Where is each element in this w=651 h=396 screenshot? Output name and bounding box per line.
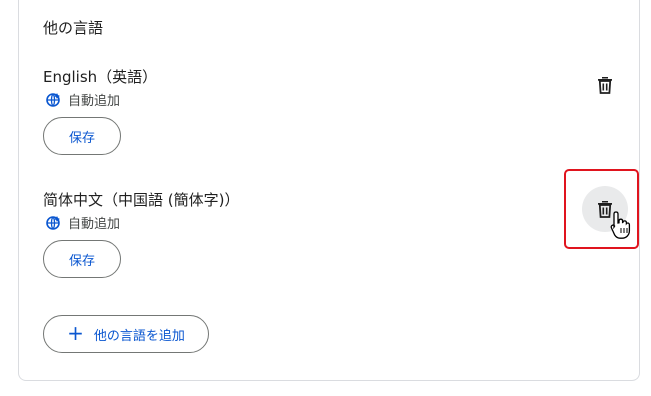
auto-added-row: 自動追加	[46, 213, 120, 232]
language-name-chinese-simplified: 简体中文（中国語 (簡体字)）	[43, 191, 240, 209]
translate-globe-icon	[46, 92, 60, 107]
auto-added-row: 自動追加	[46, 90, 120, 109]
translate-globe-icon	[46, 215, 60, 230]
language-name-english: English（英語）	[43, 68, 158, 86]
save-button[interactable]: 保存	[43, 117, 121, 155]
add-language-button[interactable]: + 他の言語を追加	[43, 315, 209, 353]
hand-cursor-icon	[610, 211, 631, 239]
trash-icon	[598, 77, 612, 94]
auto-added-label: 自動追加	[68, 217, 121, 232]
add-language-label: 他の言語を追加	[93, 328, 185, 344]
delete-language-button[interactable]	[585, 65, 625, 105]
plus-icon: +	[67, 321, 84, 345]
auto-added-label: 自動追加	[68, 94, 121, 109]
save-button[interactable]: 保存	[43, 240, 121, 278]
section-title: 他の言語	[43, 19, 104, 37]
